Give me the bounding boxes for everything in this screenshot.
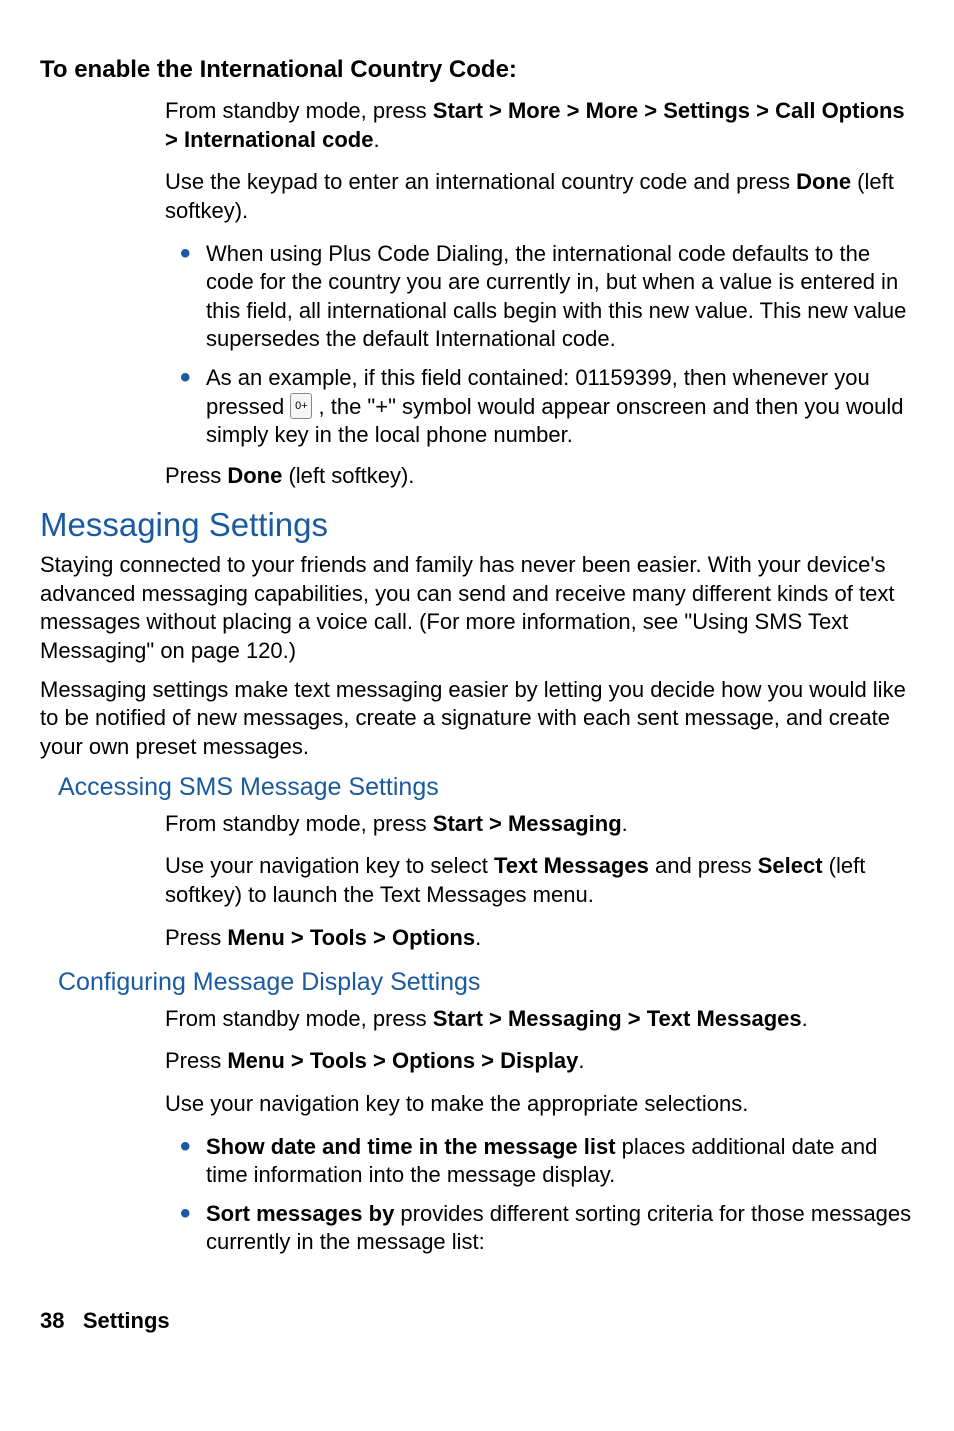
heading-international-code: To enable the International Country Code… xyxy=(40,54,914,85)
button-label: Done xyxy=(796,169,851,194)
text: Press xyxy=(165,925,227,950)
sms-step-3: Press Menu > Tools > Options. xyxy=(165,924,914,953)
intl-step-2: Use the keypad to enter an international… xyxy=(165,168,914,225)
page-number: 38 xyxy=(40,1308,64,1333)
text: . xyxy=(373,127,379,152)
text: Press xyxy=(165,1048,227,1073)
heading-configuring-display: Configuring Message Display Settings xyxy=(58,966,914,999)
page-footer: 38 Settings xyxy=(40,1307,914,1336)
list-item: Show date and time in the message list p… xyxy=(180,1133,914,1190)
text: From standby mode, press xyxy=(165,811,433,836)
menu-path: Menu > Tools > Options xyxy=(227,925,475,950)
button-label: Done xyxy=(227,463,282,488)
paragraph: Staying connected to your friends and fa… xyxy=(40,551,914,665)
key-zero-plus-icon: 0+ xyxy=(290,393,312,419)
text: . xyxy=(578,1048,584,1073)
heading-accessing-sms: Accessing SMS Message Settings xyxy=(58,771,914,804)
text: . xyxy=(622,811,628,836)
button-label: Select xyxy=(758,853,823,878)
text: . xyxy=(475,925,481,950)
text: Press xyxy=(165,463,227,488)
heading-messaging-settings: Messaging Settings xyxy=(40,504,914,547)
option-label: Sort messages by xyxy=(206,1201,394,1226)
section-name: Settings xyxy=(83,1308,170,1333)
text: . xyxy=(802,1006,808,1031)
list-item: When using Plus Code Dialing, the intern… xyxy=(180,240,914,354)
document-page: To enable the International Country Code… xyxy=(0,0,954,1365)
text: and press xyxy=(649,853,758,878)
sms-step-1: From standby mode, press Start > Messagi… xyxy=(165,810,914,839)
list-item: Sort messages by provides different sort… xyxy=(180,1200,914,1257)
label: Text Messages xyxy=(494,853,649,878)
text: From standby mode, press xyxy=(165,1006,433,1031)
intl-bullet-list: When using Plus Code Dialing, the intern… xyxy=(180,240,914,450)
text: Use your navigation key to select xyxy=(165,853,494,878)
menu-path: Start > Messaging > Text Messages xyxy=(433,1006,802,1031)
text: (left softkey). xyxy=(282,463,414,488)
intl-step-1: From standby mode, press Start > More > … xyxy=(165,97,914,154)
paragraph: Messaging settings make text messaging e… xyxy=(40,676,914,762)
text: When using Plus Code Dialing, the intern… xyxy=(206,241,906,352)
sms-step-2: Use your navigation key to select Text M… xyxy=(165,852,914,909)
cfg-step-2: Press Menu > Tools > Options > Display. xyxy=(165,1047,914,1076)
cfg-bullet-list: Show date and time in the message list p… xyxy=(180,1133,914,1257)
cfg-step-3: Use your navigation key to make the appr… xyxy=(165,1090,914,1119)
text: From standby mode, press xyxy=(165,98,433,123)
text: Use the keypad to enter an international… xyxy=(165,169,796,194)
menu-path: Start > Messaging xyxy=(433,811,622,836)
menu-path: Menu > Tools > Options > Display xyxy=(227,1048,578,1073)
list-item: As an example, if this field contained: … xyxy=(180,364,914,450)
cfg-step-1: From standby mode, press Start > Messagi… xyxy=(165,1005,914,1034)
option-label: Show date and time in the message list xyxy=(206,1134,616,1159)
intl-step-3: Press Done (left softkey). xyxy=(165,462,914,491)
